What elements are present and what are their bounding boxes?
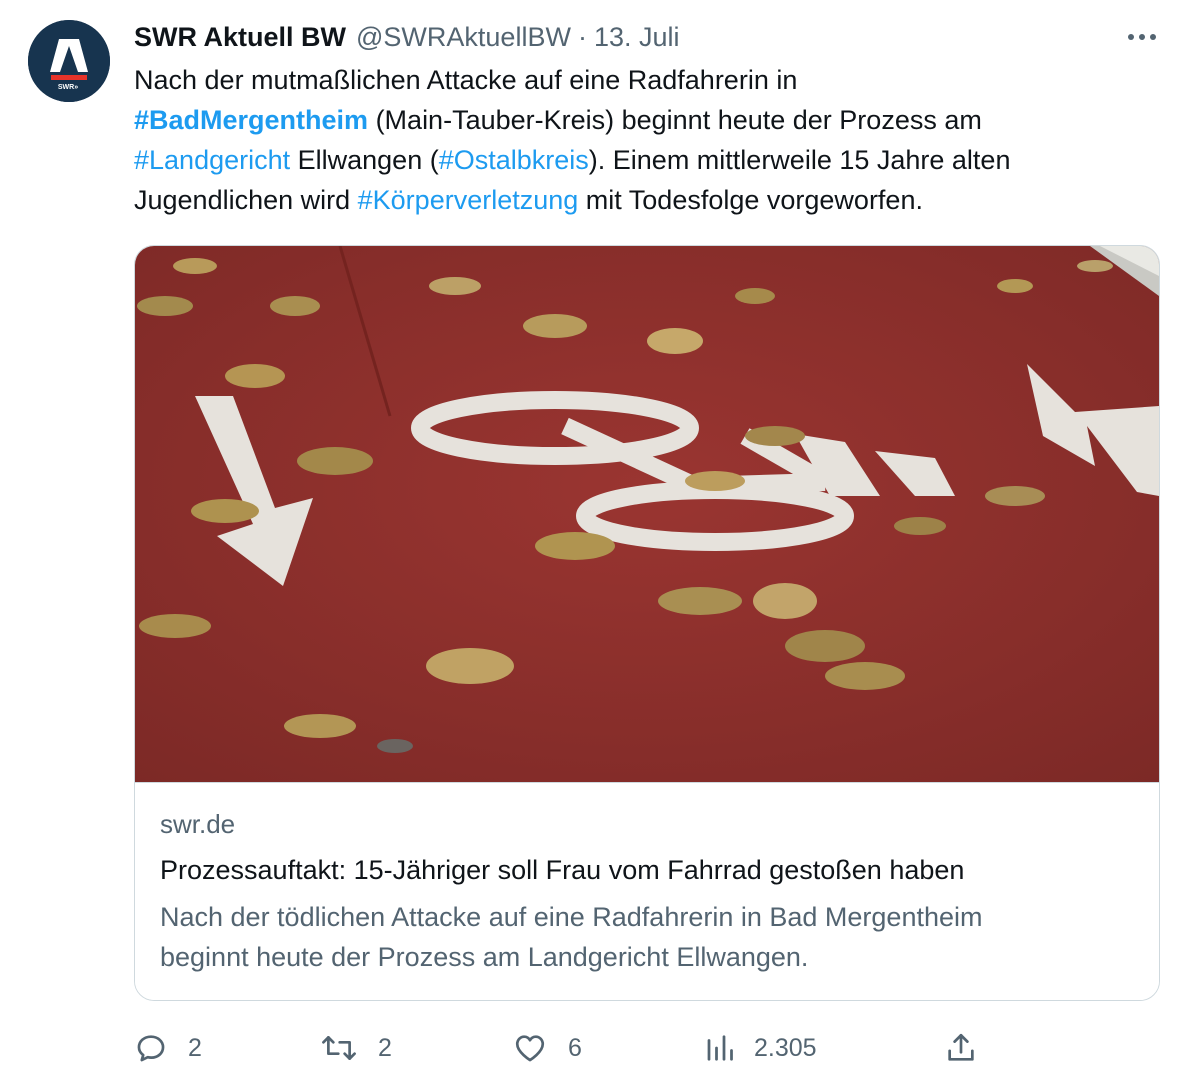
hashtag-link[interactable]: #BadMergentheim — [134, 105, 368, 135]
analytics-icon — [707, 1035, 733, 1061]
tweet-text-segment: ). Einem mittlerweile 15 Jahre alten — [588, 145, 1011, 175]
author-handle[interactable]: @SWRAktuellBW — [356, 22, 571, 53]
view-count: 2.305 — [754, 1033, 817, 1062]
swr-logo-icon: SWR» — [28, 20, 110, 102]
action-bar: 2 2 6 2.305 — [0, 1020, 1190, 1076]
card-info: swr.de Prozessauftakt: 15-Jähriger soll … — [135, 782, 1159, 1000]
heart-icon — [515, 1035, 545, 1062]
avatar-logo-text: SWR» — [58, 84, 78, 91]
retweet-button[interactable]: 2 — [320, 1020, 392, 1076]
tweet-header: SWR Aktuell BW @SWRAktuellBW · 13. Juli — [134, 18, 680, 56]
more-button[interactable] — [1122, 22, 1162, 52]
like-button[interactable]: 6 — [512, 1020, 582, 1076]
tweet-text-segment: Jugendlichen wird — [134, 185, 358, 215]
card-domain: swr.de — [160, 809, 236, 839]
retweet-icon — [322, 1036, 356, 1060]
hashtag-link[interactable]: #Körperverletzung — [358, 185, 579, 215]
like-count: 6 — [568, 1033, 582, 1062]
hashtag-link[interactable]: #Landgericht — [134, 145, 290, 175]
reply-button[interactable]: 2 — [134, 1020, 202, 1076]
card-image — [135, 246, 1159, 782]
hashtag-link[interactable]: #Ostalbkreis — [439, 145, 589, 175]
tweet: SWR» SWR Aktuell BW @SWRAktuellBW · 13. … — [0, 0, 1190, 1090]
link-card[interactable]: swr.de Prozessauftakt: 15-Jähriger soll … — [134, 245, 1160, 1001]
share-button[interactable] — [944, 1020, 978, 1076]
tweet-text-segment: Nach der mutmaßlichen Attacke auf eine R… — [134, 65, 798, 95]
reply-count: 2 — [188, 1033, 202, 1062]
author-name[interactable]: SWR Aktuell BW — [134, 22, 346, 53]
card-description: Nach der tödlichen Attacke auf eine Radf… — [160, 897, 1140, 977]
card-title: Prozessauftakt: 15-Jähriger soll Frau vo… — [160, 855, 965, 885]
tweet-text: Nach der mutmaßlichen Attacke auf eine R… — [134, 60, 1154, 220]
card-description-line: beginnt heute der Prozess am Landgericht… — [160, 942, 809, 972]
tweet-text-segment: (Main-Tauber-Kreis) beginnt heute der Pr… — [368, 105, 982, 135]
share-icon — [948, 1033, 974, 1061]
card-description-line: Nach der tödlichen Attacke auf eine Radf… — [160, 902, 983, 932]
views-button[interactable]: 2.305 — [704, 1020, 817, 1076]
avatar[interactable]: SWR» — [28, 20, 110, 102]
retweet-count: 2 — [378, 1033, 392, 1062]
tweet-text-segment: mit Todesfolge vorgeworfen. — [578, 185, 923, 215]
tweet-text-segment: Ellwangen ( — [290, 145, 439, 175]
reply-icon — [137, 1035, 165, 1062]
more-horizontal-icon — [1128, 34, 1156, 40]
tweet-date[interactable]: 13. Juli — [594, 22, 680, 53]
separator-dot: · — [577, 21, 587, 52]
